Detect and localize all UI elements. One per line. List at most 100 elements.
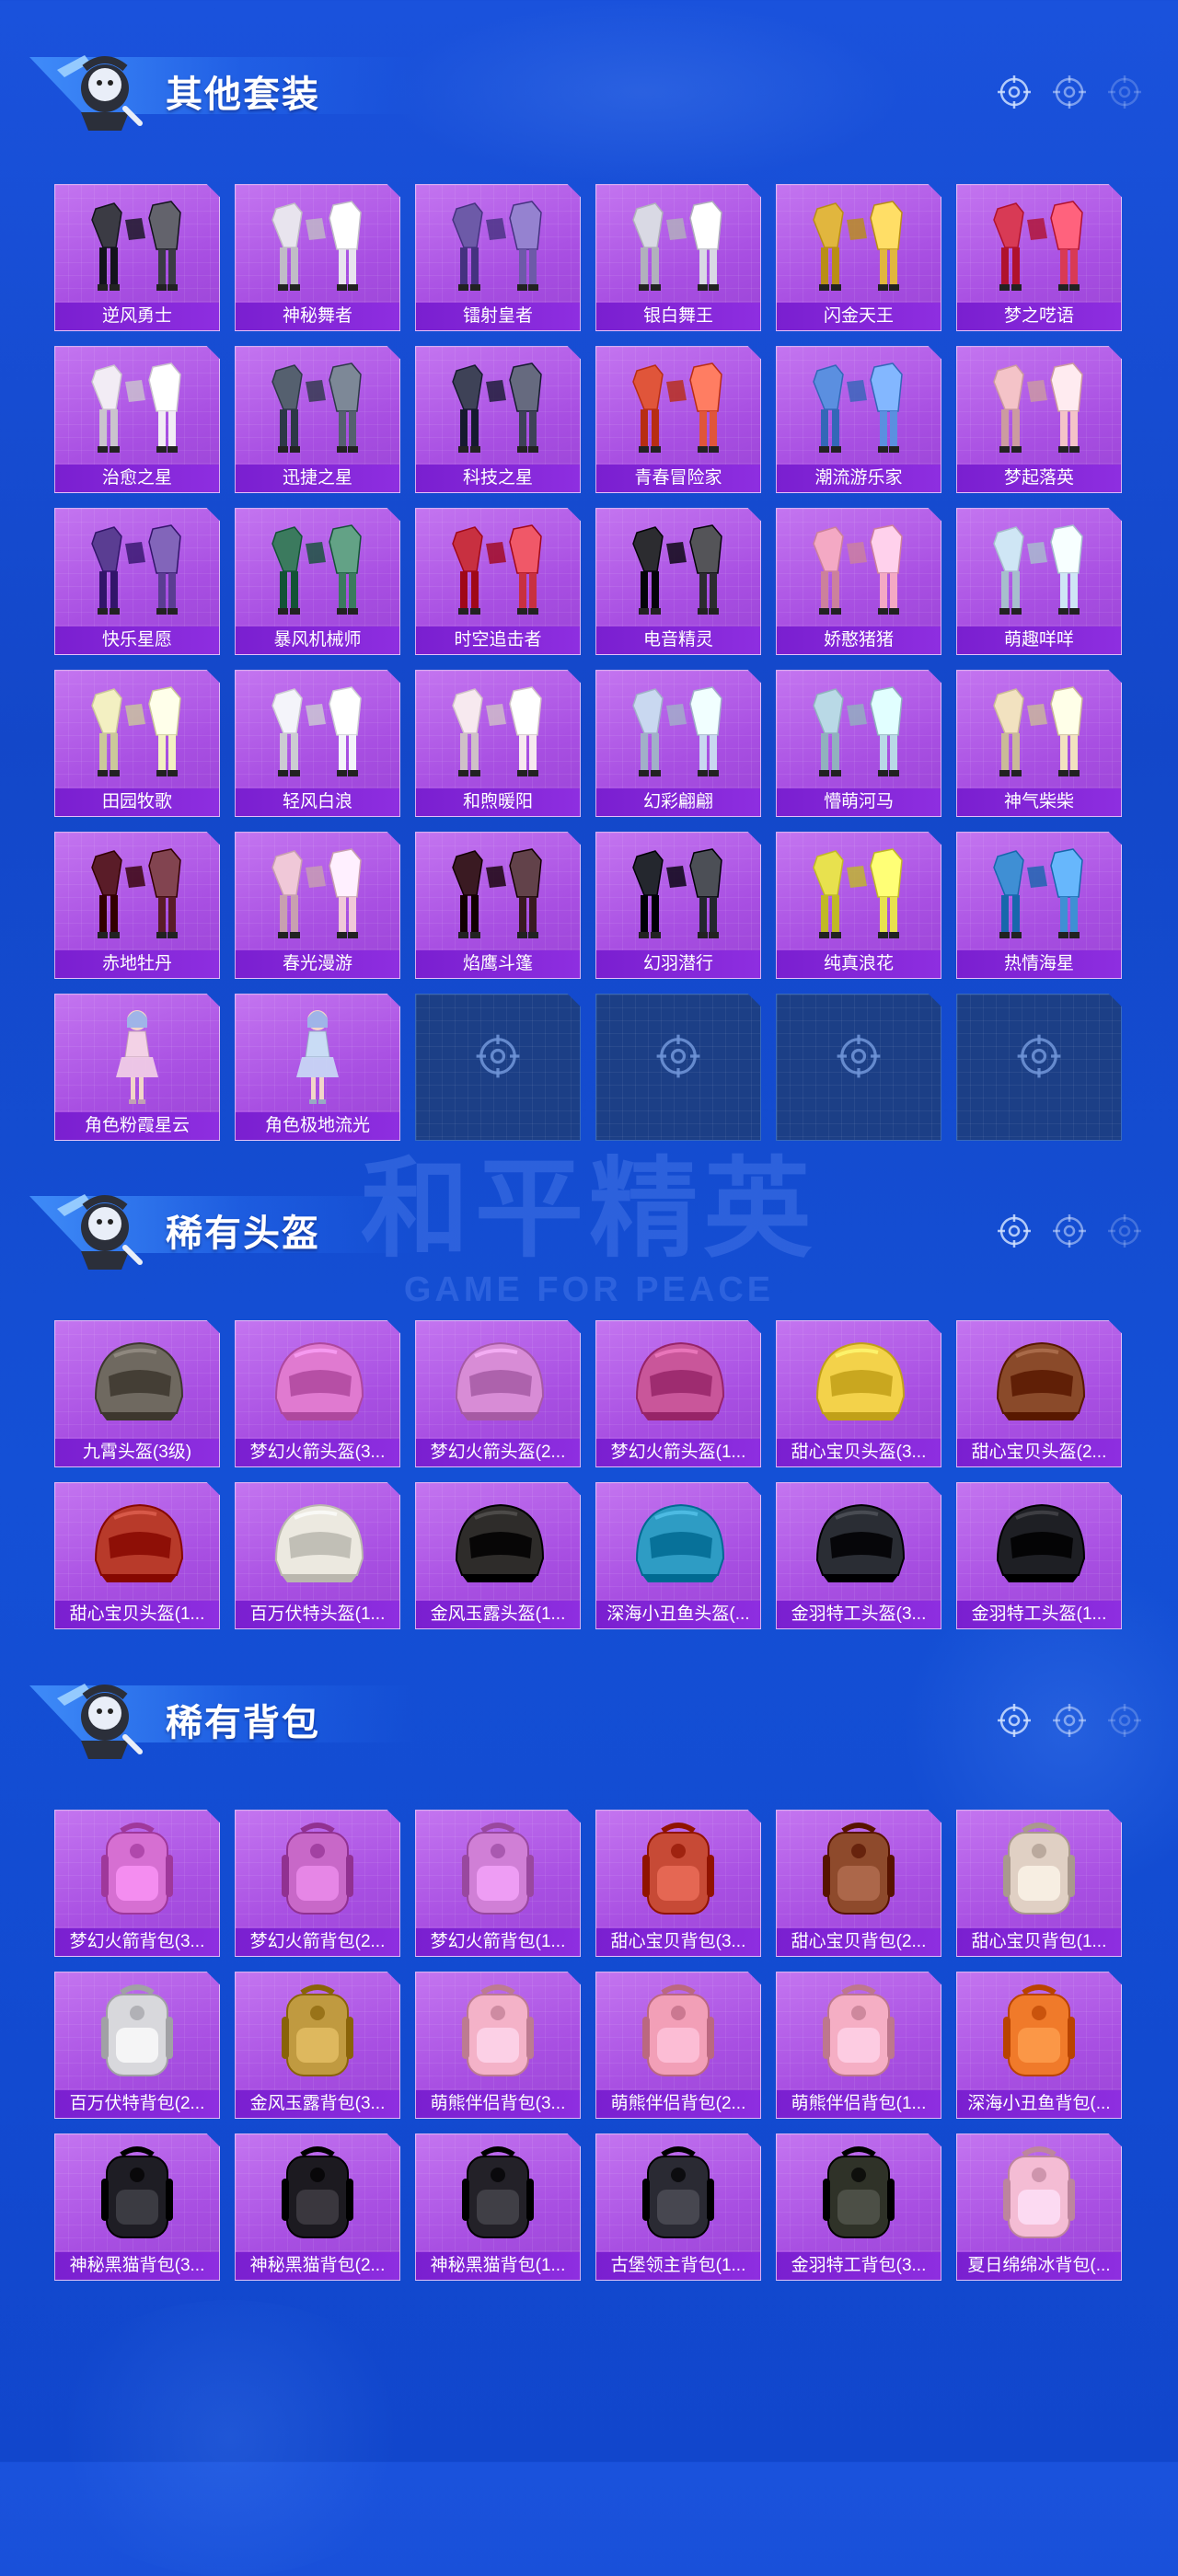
- crosshair-icon: [596, 1000, 760, 1112]
- item-card[interactable]: 治愈之星: [54, 346, 220, 493]
- empty-slot: [595, 994, 761, 1141]
- item-card[interactable]: 甜心宝贝头盔(2...: [956, 1320, 1122, 1467]
- section-title: 其他套装: [166, 75, 320, 115]
- item-card[interactable]: 神秘黑猫背包(2...: [235, 2133, 400, 2281]
- item-card[interactable]: 角色粉霞星云: [54, 994, 220, 1141]
- item-card[interactable]: 古堡领主背包(1...: [595, 2133, 761, 2281]
- crosshair-icon: [996, 1213, 1033, 1254]
- item-card[interactable]: 田园牧歌: [54, 670, 220, 817]
- item-card[interactable]: 百万伏特背包(2...: [54, 1972, 220, 2119]
- item-card[interactable]: 时空追击者: [415, 508, 581, 655]
- item-card[interactable]: 娇憨猪猪: [776, 508, 941, 655]
- backpack-icon: [596, 1816, 760, 1928]
- item-name: 夏日绵绵冰背包(...: [957, 2252, 1121, 2280]
- item-card[interactable]: 金羽特工背包(3...: [776, 2133, 941, 2281]
- crosshair-icon: [416, 1000, 580, 1112]
- item-name: 神气柴柴: [957, 788, 1121, 816]
- item-name: 甜心宝贝头盔(1...: [55, 1601, 219, 1628]
- item-card[interactable]: 深海小丑鱼背包(...: [956, 1972, 1122, 2119]
- item-card[interactable]: 热情海星: [956, 832, 1122, 979]
- item-name: 甜心宝贝背包(3...: [596, 1928, 760, 1956]
- item-card[interactable]: 百万伏特头盔(1...: [235, 1482, 400, 1629]
- item-name: 懵萌河马: [777, 788, 941, 816]
- crosshair-icon: [1106, 74, 1143, 115]
- item-name: 幻彩翩翩: [596, 788, 760, 816]
- empty-slot: [956, 994, 1122, 1141]
- item-card[interactable]: 梦之呓语: [956, 184, 1122, 331]
- outfit-icon: [236, 838, 399, 950]
- item-card[interactable]: 幻羽潜行: [595, 832, 761, 979]
- item-grid: 梦幻火箭背包(3... 梦幻火箭背包(2... 梦幻火箭背包(1... 甜心宝贝背包(…: [54, 1810, 1122, 2281]
- backpack-icon: [236, 2140, 399, 2252]
- crosshair-icon: [996, 1702, 1033, 1743]
- item-card[interactable]: 甜心宝贝背包(1...: [956, 1810, 1122, 1957]
- item-name: 金羽特工头盔(1...: [957, 1601, 1121, 1628]
- item-card[interactable]: 萌熊伴侣背包(2...: [595, 1972, 761, 2119]
- section-other-outfits: 其他套装 逆风勇士 神秘舞者 镭射皇者 银白舞王 闪金天王 梦之呓语治愈之星 迅捷之星 科技之…: [0, 28, 1178, 1141]
- item-name: 梦幻火箭头盔(1...: [596, 1439, 760, 1466]
- outfit-icon: [596, 514, 760, 627]
- item-card[interactable]: 甜心宝贝背包(3...: [595, 1810, 761, 1957]
- item-card[interactable]: 深海小丑鱼头盔(...: [595, 1482, 761, 1629]
- item-card[interactable]: 轻风白浪: [235, 670, 400, 817]
- item-card[interactable]: 甜心宝贝头盔(1...: [54, 1482, 220, 1629]
- outfit-icon: [416, 352, 580, 465]
- item-card[interactable]: 梦幻火箭头盔(1...: [595, 1320, 761, 1467]
- item-card[interactable]: 金风玉露背包(3...: [235, 1972, 400, 2119]
- item-card[interactable]: 梦幻火箭头盔(2...: [415, 1320, 581, 1467]
- item-card[interactable]: 赤地牡丹: [54, 832, 220, 979]
- item-name: 镭射皇者: [416, 303, 580, 330]
- outfit-icon: [236, 676, 399, 788]
- item-name: 科技之星: [416, 465, 580, 492]
- item-card[interactable]: 逆风勇士: [54, 184, 220, 331]
- item-card[interactable]: 银白舞王: [595, 184, 761, 331]
- item-card[interactable]: 电音精灵: [595, 508, 761, 655]
- item-card[interactable]: 焰鹰斗篷: [415, 832, 581, 979]
- item-card[interactable]: 春光漫游: [235, 832, 400, 979]
- item-card[interactable]: 夏日绵绵冰背包(...: [956, 2133, 1122, 2281]
- item-card[interactable]: 神气柴柴: [956, 670, 1122, 817]
- item-name: 金羽特工背包(3...: [777, 2252, 941, 2280]
- item-card[interactable]: 金羽特工头盔(3...: [776, 1482, 941, 1629]
- crosshair-icon: [996, 74, 1033, 115]
- item-card[interactable]: 神秘舞者: [235, 184, 400, 331]
- item-card[interactable]: 九霄头盔(3级): [54, 1320, 220, 1467]
- item-card[interactable]: 暴风机械师: [235, 508, 400, 655]
- helmet-icon: [416, 1489, 580, 1601]
- item-card[interactable]: 幻彩翩翩: [595, 670, 761, 817]
- outfit-icon: [236, 190, 399, 303]
- item-card[interactable]: 梦幻火箭背包(2...: [235, 1810, 400, 1957]
- item-card[interactable]: 萌熊伴侣背包(1...: [776, 1972, 941, 2119]
- item-card[interactable]: 神秘黑猫背包(3...: [54, 2133, 220, 2281]
- outfit-icon: [596, 676, 760, 788]
- outfit-icon: [957, 352, 1121, 465]
- item-card[interactable]: 科技之星: [415, 346, 581, 493]
- item-card[interactable]: 甜心宝贝背包(2...: [776, 1810, 941, 1957]
- item-card[interactable]: 梦幻火箭背包(3...: [54, 1810, 220, 1957]
- item-card[interactable]: 闪金天王: [776, 184, 941, 331]
- item-card[interactable]: 梦幻火箭背包(1...: [415, 1810, 581, 1957]
- item-card[interactable]: 梦起落英: [956, 346, 1122, 493]
- item-card[interactable]: 萌趣咩咩: [956, 508, 1122, 655]
- item-card[interactable]: 青春冒险家: [595, 346, 761, 493]
- item-card[interactable]: 懵萌河马: [776, 670, 941, 817]
- item-card[interactable]: 甜心宝贝头盔(3...: [776, 1320, 941, 1467]
- item-card[interactable]: 金风玉露头盔(1...: [415, 1482, 581, 1629]
- empty-slot: [776, 994, 941, 1141]
- item-card[interactable]: 快乐星愿: [54, 508, 220, 655]
- item-card[interactable]: 潮流游乐家: [776, 346, 941, 493]
- item-card[interactable]: 神秘黑猫背包(1...: [415, 2133, 581, 2281]
- item-name: 深海小丑鱼头盔(...: [596, 1601, 760, 1628]
- crosshair-icon: [1106, 1213, 1143, 1254]
- item-card[interactable]: 萌熊伴侣背包(3...: [415, 1972, 581, 2119]
- item-card[interactable]: 金羽特工头盔(1...: [956, 1482, 1122, 1629]
- item-card[interactable]: 迅捷之星: [235, 346, 400, 493]
- section-header: 稀有背包: [0, 1656, 1178, 1759]
- item-card[interactable]: 镭射皇者: [415, 184, 581, 331]
- item-card[interactable]: 梦幻火箭头盔(3...: [235, 1320, 400, 1467]
- item-card[interactable]: 纯真浪花: [776, 832, 941, 979]
- item-name: 轻风白浪: [236, 788, 399, 816]
- item-card[interactable]: 和煦暖阳: [415, 670, 581, 817]
- outfit-icon: [596, 352, 760, 465]
- item-card[interactable]: 角色极地流光: [235, 994, 400, 1141]
